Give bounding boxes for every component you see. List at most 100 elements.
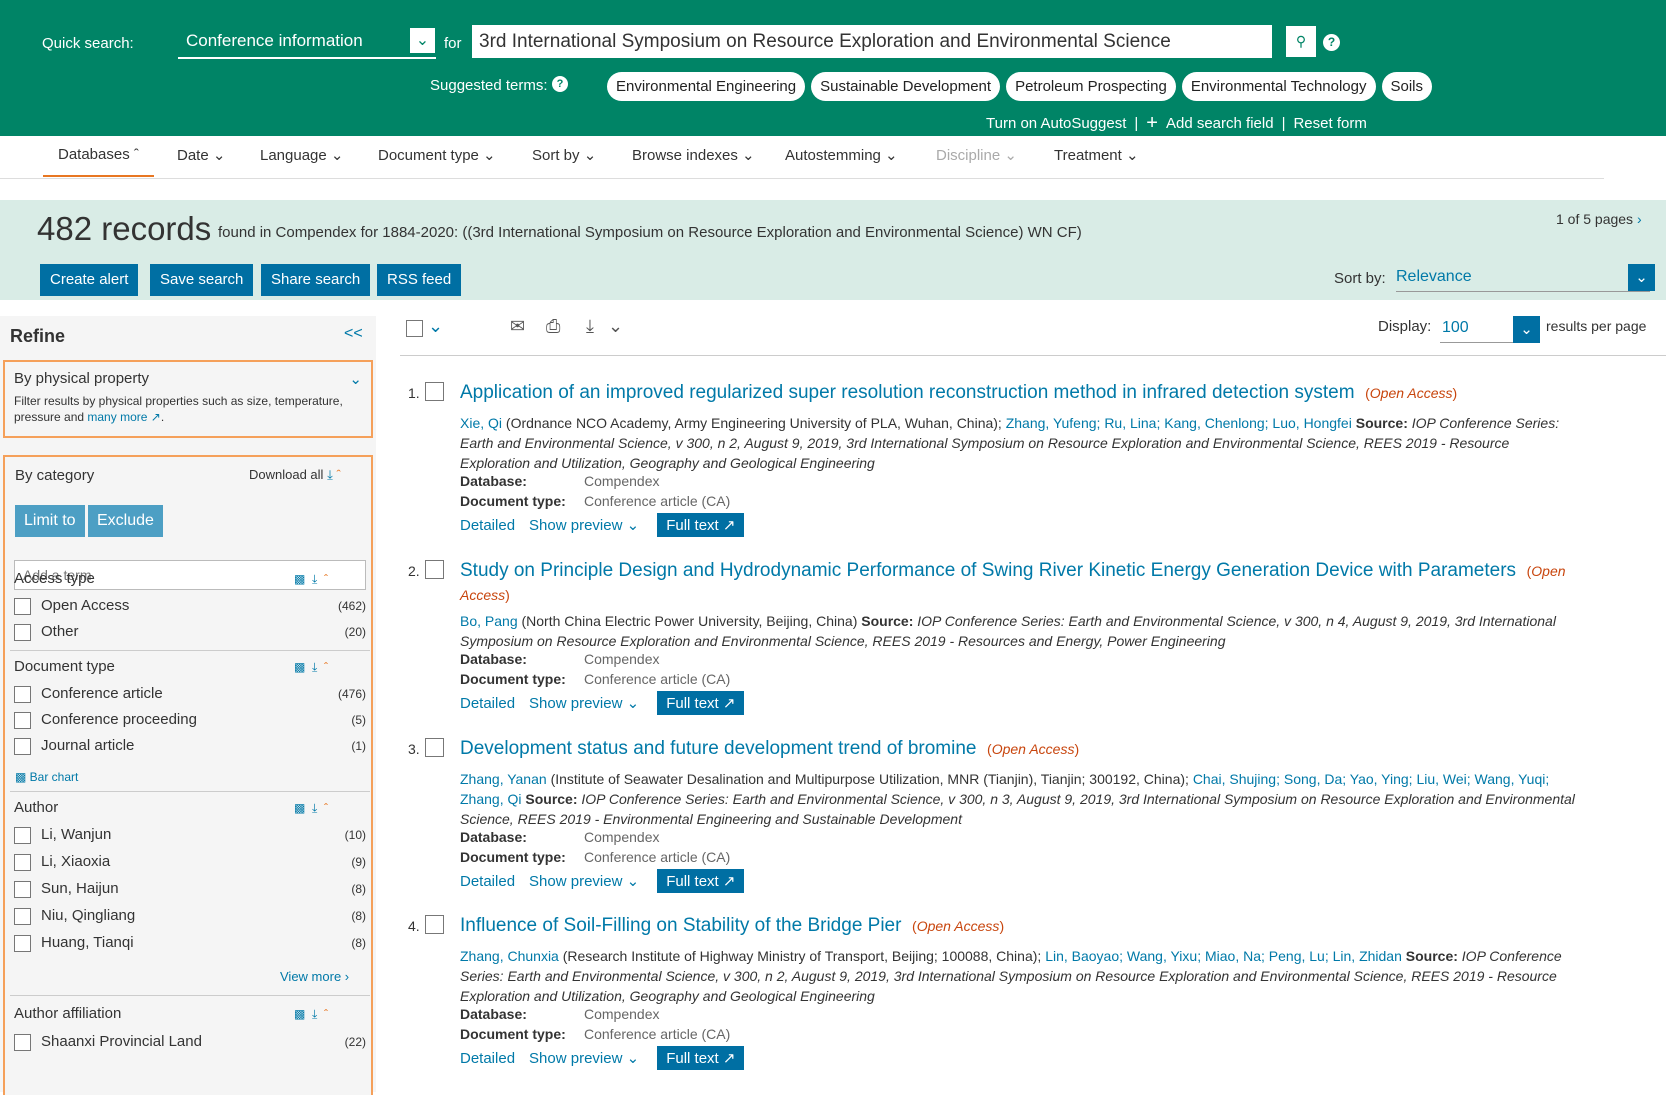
tab-language[interactable]: Language ⌄ [260, 146, 344, 176]
result-checkbox[interactable] [425, 560, 444, 579]
facet-option[interactable]: Conference article (476) [14, 685, 366, 703]
autosuggest-link[interactable]: Turn on AutoSuggest [986, 115, 1126, 132]
result-database: Database: Compendex [460, 1006, 660, 1022]
checkbox[interactable] [14, 597, 31, 615]
full-text-button[interactable]: Full text ↗ [657, 513, 745, 537]
suggested-term-chip[interactable]: Petroleum Prospecting [1006, 72, 1176, 101]
facet-title-author[interactable]: Author [14, 799, 58, 816]
result-title[interactable]: Application of an improved regularized s… [460, 381, 1610, 405]
help-icon[interactable]: ? [1323, 34, 1340, 51]
checkbox[interactable] [14, 934, 31, 952]
tab-document-type[interactable]: Document type ⌄ [378, 146, 496, 176]
checkbox[interactable] [14, 737, 31, 755]
tab-autostemming[interactable]: Autostemming ⌄ [785, 146, 898, 176]
facet-option[interactable]: Huang, Tianqi (8) [14, 934, 366, 952]
search-field-select[interactable]: Conference information [178, 26, 436, 59]
print-icon[interactable]: ⎙ [546, 316, 560, 337]
suggested-term-chip[interactable]: Environmental Engineering [607, 72, 806, 101]
detailed-link[interactable]: Detailed [460, 873, 515, 890]
facet-tools[interactable]: ▩ ⤓ ˆ [294, 572, 328, 587]
checkbox[interactable] [14, 685, 31, 703]
result-title[interactable]: Influence of Soil-Filling on Stability o… [460, 914, 1610, 938]
facet-title-affiliation[interactable]: Author affiliation [14, 1005, 121, 1022]
help-icon[interactable]: ? [552, 76, 568, 92]
facet-option[interactable]: Sun, Haijun (8) [14, 880, 366, 898]
checkbox[interactable] [14, 907, 31, 925]
view-more-link[interactable]: View more › [280, 969, 349, 984]
add-search-field-link[interactable]: Add search field [1166, 115, 1274, 132]
share-search-button[interactable]: Share search [261, 264, 371, 296]
chevron-down-icon[interactable]: ⌄ [428, 316, 443, 337]
collapse-sidebar-button[interactable]: << [344, 325, 363, 343]
limit-to-button[interactable]: Limit to [15, 505, 85, 537]
plus-icon[interactable]: + [1146, 112, 1158, 135]
detailed-link[interactable]: Detailed [460, 1050, 515, 1067]
result-authors: Zhang, Chunxia (Research Institute of Hi… [460, 948, 1562, 1004]
show-preview-link[interactable]: Show preview ⌄ [529, 1049, 639, 1067]
facet-option[interactable]: Shaanxi Provincial Land (22) [14, 1033, 366, 1051]
facet-tools[interactable]: ▩ ⤓ ˆ [294, 1007, 328, 1022]
facet-option[interactable]: Niu, Qingliang (8) [14, 907, 366, 925]
show-preview-link[interactable]: Show preview ⌄ [529, 872, 639, 890]
facet-tools[interactable]: ▩ ⤓ ˆ [294, 660, 328, 675]
facet-option[interactable]: Conference proceeding (5) [14, 711, 366, 729]
exclude-button[interactable]: Exclude [88, 505, 163, 537]
search-input[interactable] [472, 25, 1272, 58]
physical-property-title[interactable]: By physical property ⌄ [14, 370, 362, 388]
facet-option[interactable]: Journal article (1) [14, 737, 366, 755]
many-more-link[interactable]: many more [87, 410, 147, 424]
search-icon[interactable]: ⚲ [1286, 26, 1316, 57]
facet-option[interactable]: Li, Wanjun (10) [14, 826, 366, 844]
suggested-term-chip[interactable]: Environmental Technology [1181, 72, 1376, 101]
checkbox[interactable] [14, 826, 31, 844]
facet-title-access[interactable]: Access type [14, 570, 95, 587]
show-preview-link[interactable]: Show preview ⌄ [529, 694, 639, 712]
save-search-button[interactable]: Save search [150, 264, 254, 296]
facet-option[interactable]: Other (20) [14, 623, 366, 641]
rss-feed-button[interactable]: RSS feed [377, 264, 462, 296]
download-all-link[interactable]: Download all ⤓ ˆ [249, 467, 341, 483]
sort-select[interactable]: Relevance [1396, 264, 1650, 292]
checkbox[interactable] [14, 880, 31, 898]
facet-title-doctype[interactable]: Document type [14, 658, 115, 675]
search-options-nav: Databases ˆ Date ⌄ Language ⌄ Document t… [0, 136, 1666, 200]
full-text-button[interactable]: Full text ↗ [657, 869, 745, 893]
full-text-button[interactable]: Full text ↗ [657, 691, 745, 715]
checkbox[interactable] [14, 711, 31, 729]
sort-by-label: Sort by: [1334, 270, 1386, 287]
create-alert-button[interactable]: Create alert [40, 264, 139, 296]
detailed-link[interactable]: Detailed [460, 517, 515, 534]
email-icon[interactable]: ✉ [510, 316, 525, 337]
download-icon[interactable]: ⤓ [586, 316, 594, 337]
checkbox[interactable] [14, 1033, 31, 1051]
result-title[interactable]: Development status and future developmen… [460, 737, 1610, 761]
full-text-button[interactable]: Full text ↗ [657, 1046, 745, 1070]
facet-option[interactable]: Li, Xiaoxia (9) [14, 853, 366, 871]
reset-form-link[interactable]: Reset form [1293, 115, 1366, 132]
show-preview-link[interactable]: Show preview ⌄ [529, 516, 639, 534]
tab-browse-indexes[interactable]: Browse indexes ⌄ [632, 146, 755, 176]
chevron-down-icon[interactable]: ⌄ [410, 28, 435, 53]
result-doctype: Document type: Conference article (CA) [460, 493, 731, 509]
suggested-term-chip[interactable]: Soils [1381, 72, 1433, 101]
result-title[interactable]: Study on Principle Design and Hydrodynam… [460, 559, 1610, 607]
result-checkbox[interactable] [425, 382, 444, 401]
checkbox[interactable] [14, 853, 31, 871]
bar-chart-link[interactable]: ▩ Bar chart [15, 770, 78, 784]
pagination[interactable]: 1 of 5 pages › [1556, 211, 1642, 227]
tab-sort-by[interactable]: Sort by ⌄ [532, 146, 596, 176]
facet-tools[interactable]: ▩ ⤓ ˆ [294, 801, 328, 816]
tab-date[interactable]: Date ⌄ [177, 146, 225, 176]
tab-treatment[interactable]: Treatment ⌄ [1054, 146, 1139, 176]
chevron-down-icon[interactable]: ⌄ [608, 316, 623, 337]
suggested-term-chip[interactable]: Sustainable Development [811, 72, 1001, 101]
result-checkbox[interactable] [425, 738, 444, 757]
result-checkbox[interactable] [425, 915, 444, 934]
chevron-down-icon[interactable]: ⌄ [1513, 316, 1540, 343]
tab-databases[interactable]: Databases ˆ [43, 146, 154, 177]
select-all-checkbox[interactable] [406, 320, 423, 337]
chevron-down-icon[interactable]: ⌄ [1628, 264, 1655, 291]
checkbox[interactable] [14, 623, 31, 641]
detailed-link[interactable]: Detailed [460, 695, 515, 712]
facet-option[interactable]: Open Access (462) [14, 597, 366, 615]
